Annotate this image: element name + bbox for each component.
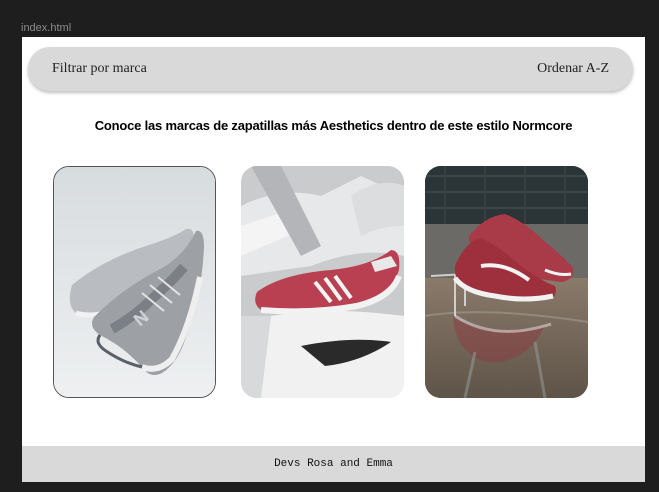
sneaker-card-3[interactable] [425,166,588,398]
filter-by-brand-button[interactable]: Filtrar por marca [52,61,147,77]
sneaker-card-2[interactable] [241,166,404,398]
sneaker-card-1[interactable]: N [53,166,216,398]
grey-sneakers-image: N [54,167,215,397]
puma-sneakers-image [425,166,588,398]
page-heading: Conoce las marcas de zapatillas más Aest… [94,118,573,133]
footer-credits: Devs Rosa and Emma [274,458,393,470]
sort-a-z-button[interactable]: Ordenar A-Z [537,61,609,77]
file-tab-title: index.html [21,22,72,34]
top-nav-bar: Filtrar por marca Ordenar A-Z [28,47,633,91]
adidas-nike-sneakers-image [241,166,404,398]
page-viewport: Filtrar por marca Ordenar A-Z Conoce las… [22,37,645,482]
page-footer: Devs Rosa and Emma [22,446,645,482]
